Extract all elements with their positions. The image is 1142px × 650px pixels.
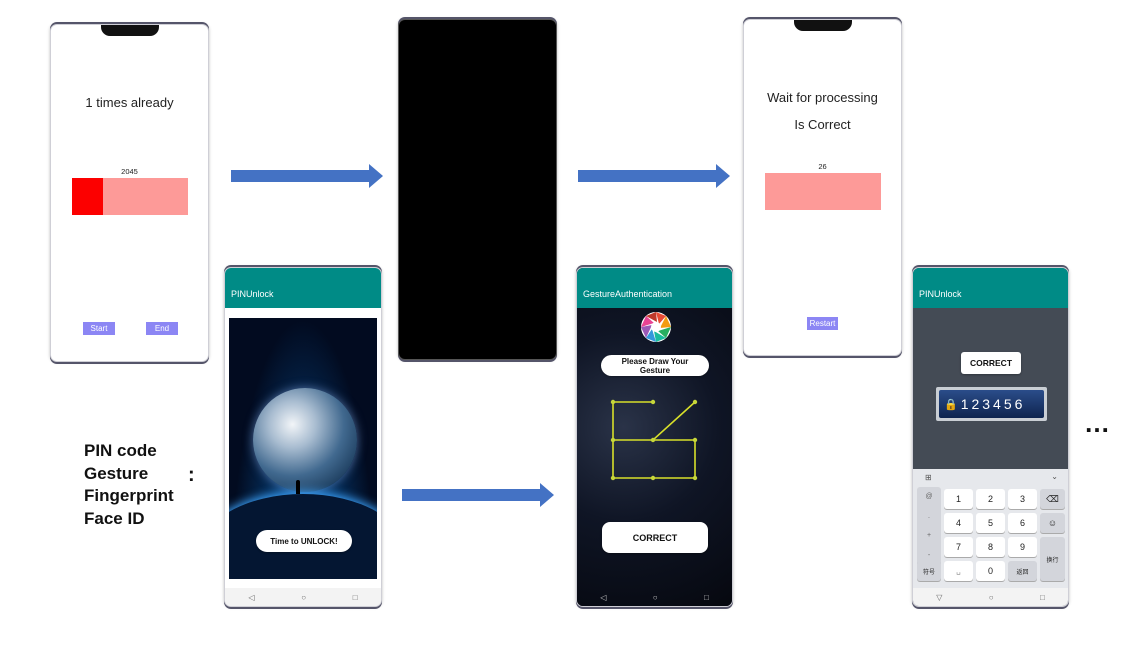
- key-5[interactable]: 5: [976, 513, 1005, 533]
- ellipsis: …: [1084, 408, 1110, 438]
- key-0[interactable]: 0: [976, 561, 1005, 581]
- bar-value: 26: [818, 162, 827, 171]
- phone-counter-screen: 1 times already 2045 Start End: [50, 24, 209, 362]
- recents-icon[interactable]: □: [704, 593, 709, 602]
- key-3[interactable]: 3: [1008, 489, 1037, 509]
- method-pin: PIN code: [84, 441, 157, 460]
- app-bar-title: GestureAuthentication: [577, 280, 732, 308]
- unlock-button[interactable]: Time to UNLOCK!: [256, 530, 352, 552]
- pin-display-inner: 🔒 123456: [939, 390, 1044, 418]
- aperture-logo-icon: [641, 312, 671, 342]
- pin-display: 🔒 123456: [936, 387, 1047, 421]
- bar-value: 2045: [121, 167, 138, 176]
- correct-text: Is Correct: [794, 117, 851, 132]
- recents-icon[interactable]: □: [353, 593, 358, 602]
- nav-bar: ◁ ○ □: [577, 588, 732, 606]
- emoji-key[interactable]: ☺: [1040, 513, 1065, 533]
- space-icon: ␣: [956, 568, 961, 575]
- emoji-icon: ☺: [1047, 518, 1058, 528]
- person-silhouette: [296, 480, 300, 494]
- status-bar: [913, 268, 1068, 280]
- back-icon[interactable]: ▽: [936, 593, 942, 602]
- method-list: PIN code Gesture Fingerprint Face ID: [84, 440, 174, 530]
- progress-bar: [72, 178, 188, 215]
- backspace-key[interactable]: ⌫: [1040, 489, 1065, 509]
- phone-notch: [793, 20, 852, 31]
- pin-value: 123456: [960, 396, 1026, 412]
- key-8[interactable]: 8: [976, 537, 1005, 557]
- nav-bar: ▽ ○ □: [913, 588, 1068, 606]
- status-bar: [225, 268, 381, 280]
- app-bar-title: PINUnlock: [225, 280, 381, 308]
- method-faceid: Face ID: [84, 508, 145, 528]
- keyboard: ⊞ ⌄ @. + - 1 2 3 ⌫ 4 5 6 ☺ 7 8 9 换行 符号 ␣ 0…: [913, 469, 1068, 588]
- count-text: 1 times already: [85, 95, 174, 110]
- progress-bar: [765, 173, 881, 210]
- lock-icon: 🔒: [944, 398, 958, 411]
- symbols-key[interactable]: 符号: [917, 561, 941, 581]
- app-bar-title: PINUnlock: [913, 280, 1068, 308]
- arrow-right-3: [402, 483, 554, 507]
- phone-result-screen: Wait for processing Is Correct 26 Restar…: [743, 19, 902, 356]
- phone-black-screen: [398, 19, 557, 360]
- back-icon[interactable]: ◁: [248, 593, 254, 602]
- phone-pin-keypad: PINUnlock CORRECT 🔒 123456 ⊞ ⌄ @. + - 1 2 …: [912, 267, 1069, 607]
- gesture-pattern-grid[interactable]: [599, 392, 711, 488]
- key-1[interactable]: 1: [944, 489, 973, 509]
- phone-pin-unlock: PINUnlock Time to UNLOCK! ◁ ○ □: [224, 267, 382, 607]
- list-colon: :: [188, 464, 195, 486]
- restart-button[interactable]: Restart: [807, 317, 838, 330]
- backspace-icon: ⌫: [1046, 493, 1059, 504]
- earth-image: [253, 388, 357, 492]
- progress-bar-fill: [72, 178, 104, 215]
- home-icon[interactable]: ○: [301, 593, 306, 602]
- space-key[interactable]: ␣: [944, 561, 973, 581]
- processing-text: Wait for processing: [767, 90, 878, 105]
- start-button[interactable]: Start: [83, 322, 115, 335]
- arrow-right-1: [231, 164, 383, 188]
- status-bar: [577, 268, 732, 280]
- grid-icon[interactable]: ⊞: [925, 473, 932, 482]
- method-fingerprint: Fingerprint: [84, 486, 174, 505]
- phone-gesture-auth: GestureAuthentication Please Draw Your G…: [576, 267, 733, 607]
- arrow-right-2: [578, 164, 730, 188]
- method-gesture: Gesture: [84, 463, 149, 483]
- key-2[interactable]: 2: [976, 489, 1005, 509]
- correct-button[interactable]: CORRECT: [961, 352, 1021, 374]
- back-key[interactable]: 返回: [1008, 561, 1037, 581]
- correct-button[interactable]: CORRECT: [602, 522, 708, 553]
- gesture-prompt: Please Draw Your Gesture: [601, 355, 709, 376]
- end-button[interactable]: End: [146, 322, 178, 335]
- home-icon[interactable]: ○: [653, 593, 658, 602]
- key-7[interactable]: 7: [944, 537, 973, 557]
- back-icon[interactable]: ◁: [600, 593, 606, 602]
- key-9[interactable]: 9: [1008, 537, 1037, 557]
- key-6[interactable]: 6: [1008, 513, 1037, 533]
- recents-icon[interactable]: □: [1040, 593, 1045, 602]
- collapse-keyboard-icon[interactable]: ⌄: [1051, 472, 1058, 481]
- phone-notch: [100, 25, 159, 36]
- key-4[interactable]: 4: [944, 513, 973, 533]
- nav-bar: ◁ ○ □: [225, 588, 381, 606]
- home-icon[interactable]: ○: [989, 593, 994, 602]
- newline-key[interactable]: 换行: [1040, 537, 1065, 581]
- key-side-column: @. + -: [917, 487, 941, 565]
